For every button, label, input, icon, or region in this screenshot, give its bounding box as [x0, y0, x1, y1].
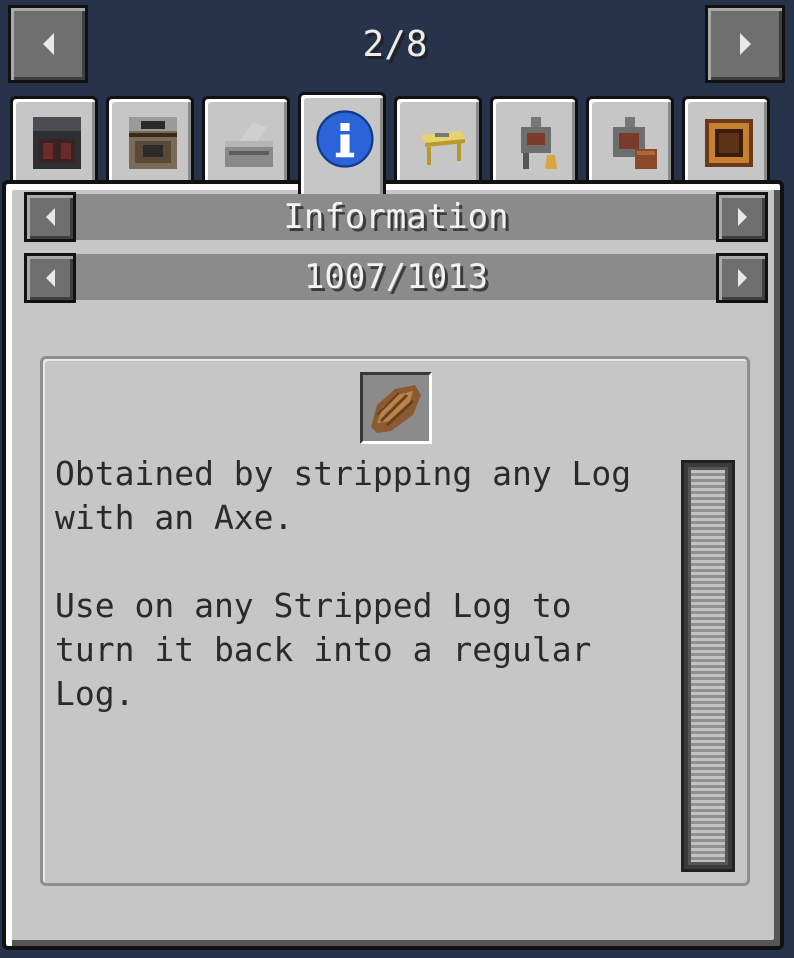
- stonecutter-icon: [225, 123, 273, 167]
- golden-table-icon: [421, 131, 465, 165]
- tab-information[interactable]: [298, 92, 386, 194]
- tab-furnace[interactable]: [106, 96, 194, 186]
- tab-machine-b[interactable]: [586, 96, 674, 186]
- arrow-left-icon: [45, 269, 55, 287]
- arrow-right-icon: [739, 33, 751, 55]
- arrow-right-icon: [737, 269, 747, 287]
- prev-page-button[interactable]: [8, 5, 88, 83]
- arrow-left-icon: [45, 208, 55, 226]
- machine-icon: [521, 117, 557, 169]
- arrow-left-icon: [42, 33, 54, 55]
- machine-crafting-icon: [613, 117, 657, 169]
- description-text: Obtained by stripping any Log with an Ax…: [55, 452, 670, 760]
- item-slot[interactable]: [360, 372, 432, 444]
- tab-stonecutter[interactable]: [202, 96, 290, 186]
- tab-crate[interactable]: [682, 96, 770, 186]
- next-page-button[interactable]: [705, 5, 785, 83]
- scrollbar-track[interactable]: [681, 460, 735, 872]
- stripped-bark-icon: [371, 385, 421, 433]
- tab-blast-furnace[interactable]: [10, 96, 98, 186]
- next-recipe-button[interactable]: [716, 253, 768, 303]
- recipe-counter: 1007/1013: [76, 254, 716, 300]
- next-category-button[interactable]: [716, 192, 768, 242]
- wooden-crate-icon: [705, 119, 753, 167]
- page-counter: 2/8: [362, 24, 428, 65]
- category-title: Information: [76, 194, 716, 240]
- arrow-right-icon: [737, 208, 747, 226]
- scrollbar-thumb[interactable]: [688, 467, 728, 865]
- blast-furnace-icon: [33, 117, 81, 169]
- prev-recipe-button[interactable]: [24, 253, 76, 303]
- tab-crafting-table[interactable]: [394, 96, 482, 186]
- prev-category-button[interactable]: [24, 192, 76, 242]
- stone-furnace-icon: [129, 117, 177, 169]
- description-paragraph: Obtained by stripping any Log with an Ax…: [55, 454, 632, 537]
- description-paragraph: Use on any Stripped Log to turn it back …: [55, 586, 592, 713]
- info-icon: [316, 110, 374, 168]
- tab-machine-a[interactable]: [490, 96, 578, 186]
